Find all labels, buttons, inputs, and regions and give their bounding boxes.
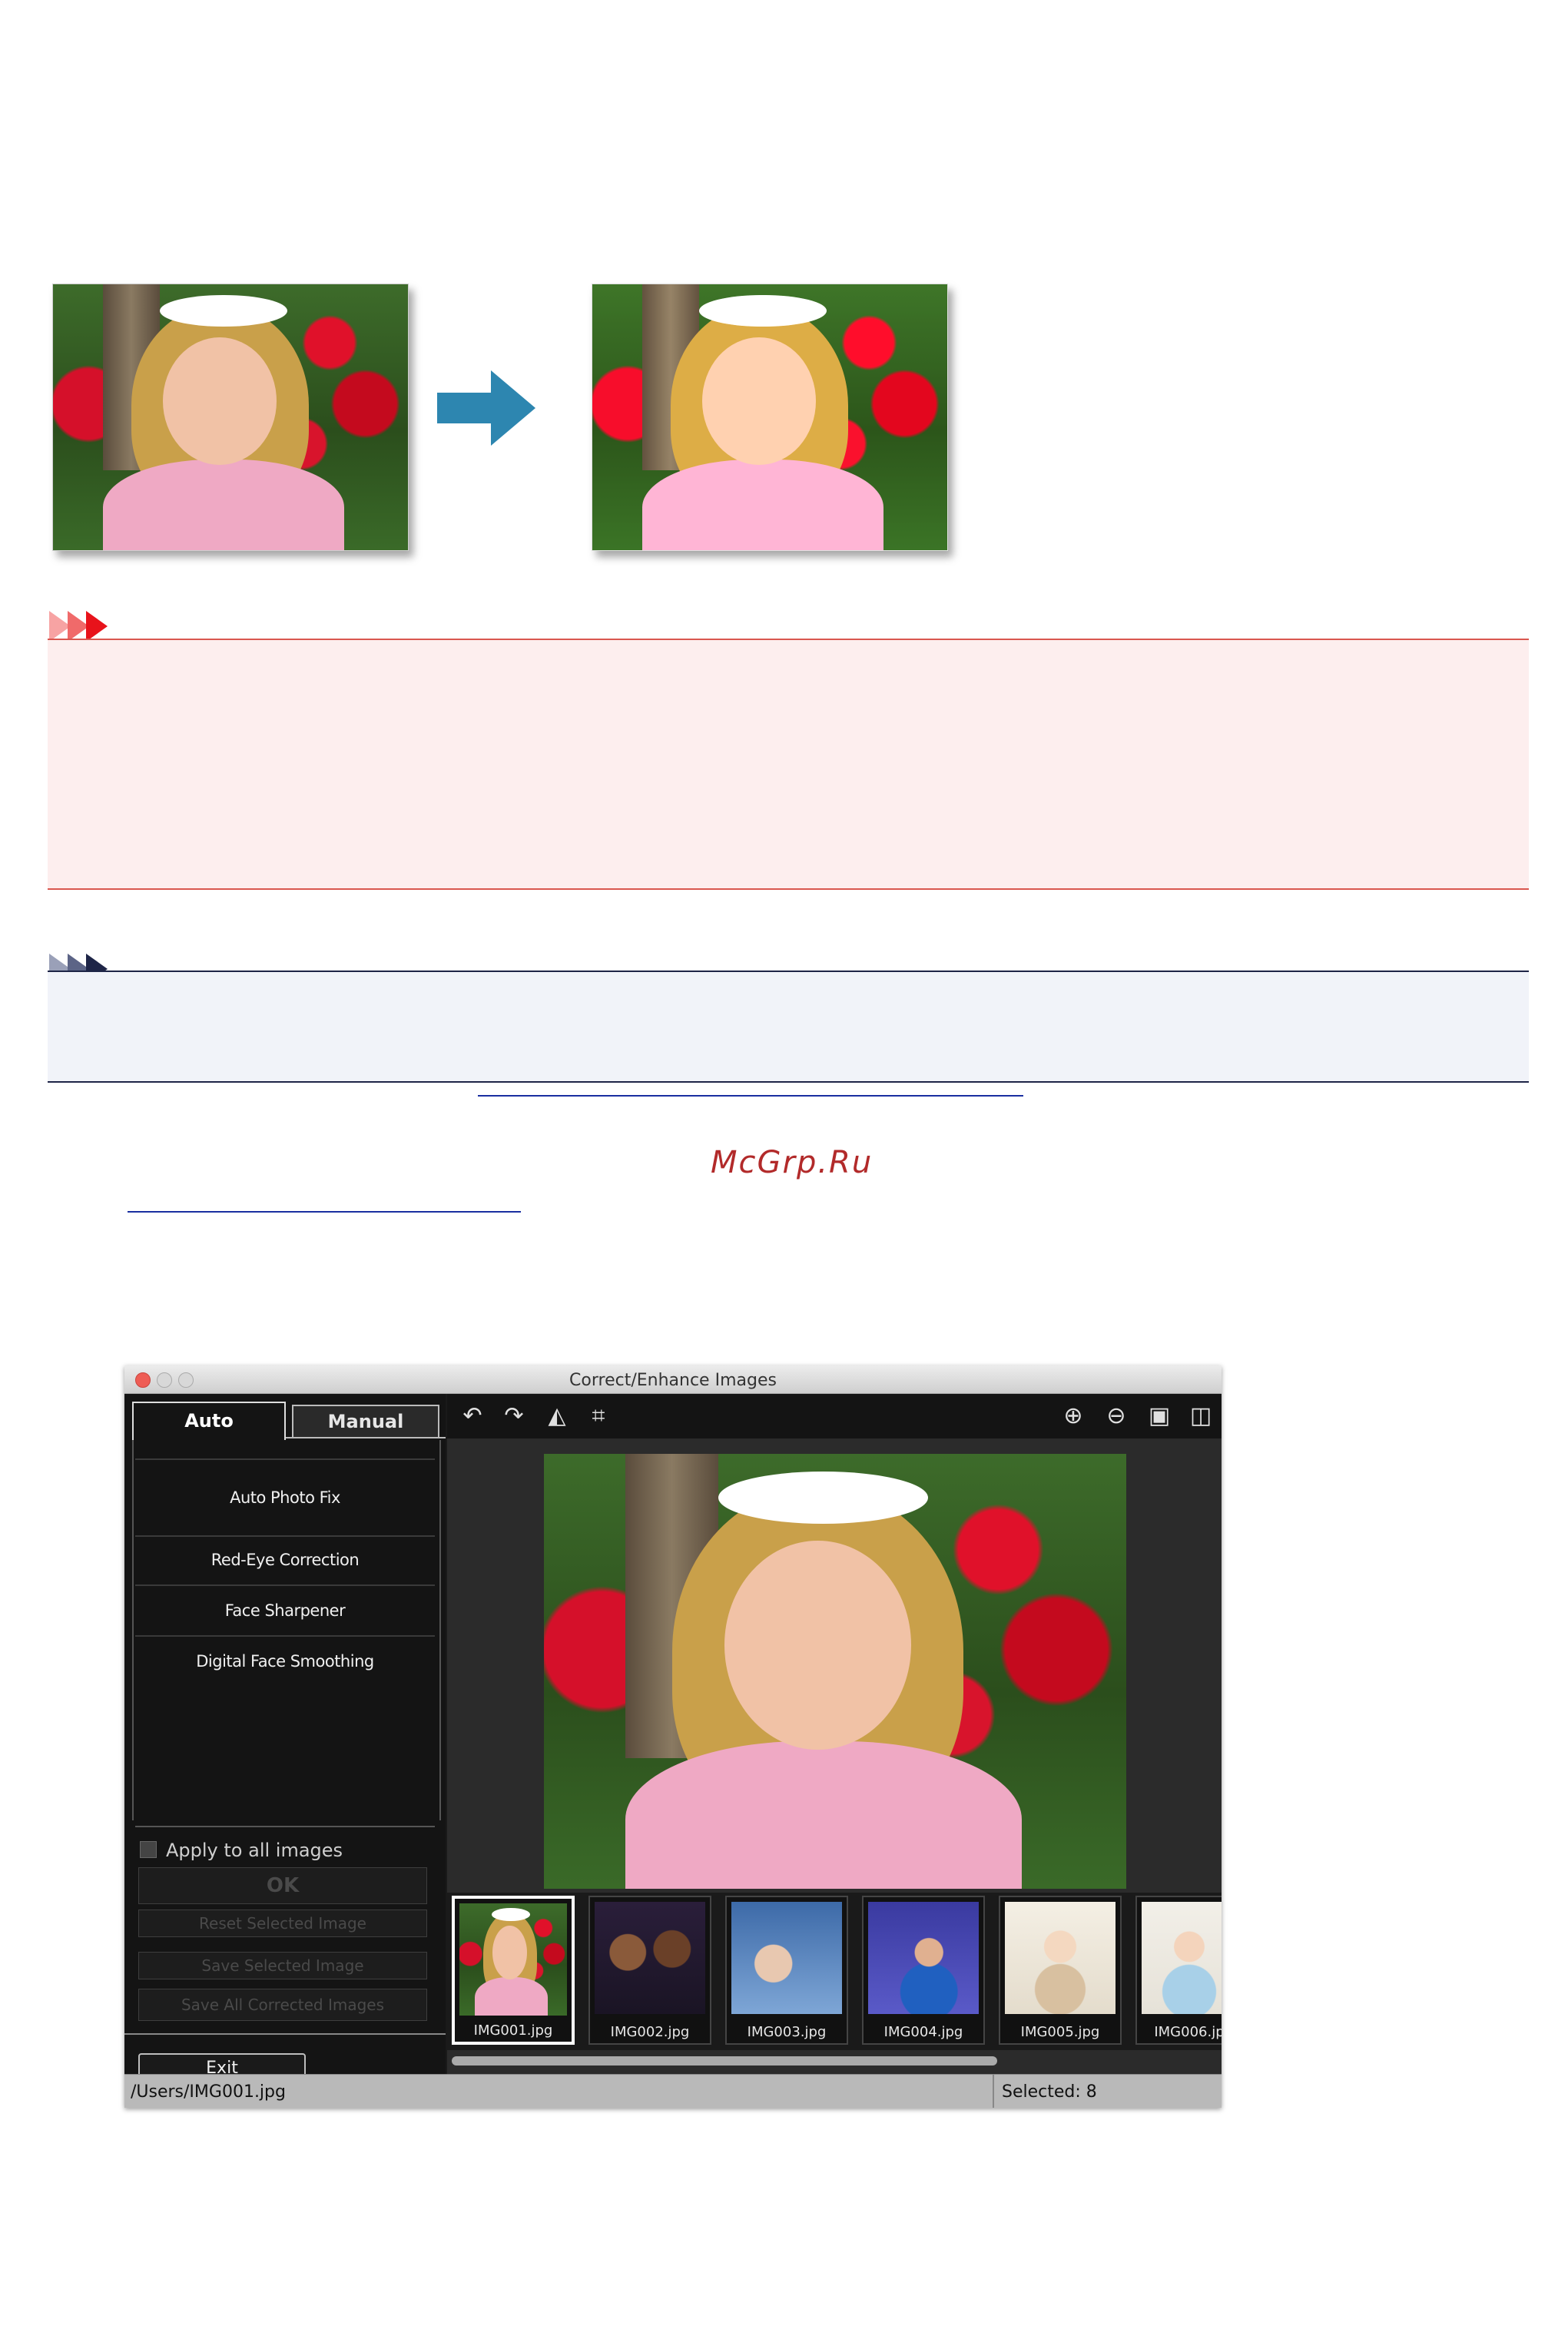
arrow-head-icon [491, 370, 535, 446]
body-link[interactable] [128, 1211, 521, 1213]
preview-image [544, 1454, 1126, 1889]
arrow-right-icon [437, 393, 491, 423]
divider [135, 1635, 435, 1637]
title-bar: Correct/Enhance Images [124, 1365, 1222, 1394]
caution-box [48, 639, 1529, 890]
divider [135, 1535, 435, 1537]
flip-icon[interactable]: ◭ [542, 1402, 572, 1431]
toolbar: ↶ ↷ ◭ ⌗ ⊕ ⊖ ▣ ◫ [447, 1394, 1222, 1438]
full-screen-icon[interactable]: ▣ [1145, 1402, 1174, 1431]
divider [135, 1458, 435, 1460]
after-photo [592, 284, 948, 551]
crop-icon[interactable]: ⌗ [584, 1402, 613, 1431]
thumbnail-item[interactable]: IMG002.jpg [588, 1896, 711, 2045]
auto-photo-fix-button[interactable]: Auto Photo Fix [135, 1488, 435, 1507]
watermark: McGrp.Ru [711, 1145, 874, 1180]
status-selected-count: Selected: 8 [1002, 2082, 1097, 2102]
status-bar: /Users/IMG001.jpg Selected: 8 [124, 2074, 1222, 2108]
status-divider [993, 2075, 994, 2108]
thumbnail-caption: IMG001.jpg [473, 2022, 553, 2039]
note-box [48, 971, 1529, 1083]
left-panel: Auto Manual Auto Photo Fix Red-Eye Corre… [124, 1394, 446, 2084]
correct-enhance-window: Correct/Enhance Images Auto Manual Auto … [124, 1365, 1222, 2108]
window-title: Correct/Enhance Images [569, 1371, 777, 1390]
compare-icon[interactable]: ◫ [1186, 1402, 1215, 1431]
rotate-right-icon[interactable]: ↷ [499, 1402, 529, 1431]
thumbnail-caption: IMG006.jp [1154, 2024, 1222, 2040]
zoom-out-icon[interactable]: ⊖ [1102, 1402, 1131, 1431]
apply-all-checkbox[interactable] [140, 1841, 157, 1858]
thumbnail-caption: IMG005.jpg [1020, 2024, 1100, 2040]
thumbnail-strip: IMG001.jpg IMG002.jpg IMG003.jpg IMG004.… [447, 1893, 1222, 2050]
thumbnail-caption: IMG002.jpg [610, 2024, 690, 2040]
right-panel: ↶ ↷ ◭ ⌗ ⊕ ⊖ ▣ ◫ IMG001.jpg IMG002.jpg IM… [447, 1394, 1222, 2074]
divider [135, 1826, 435, 1827]
red-eye-correction-button[interactable]: Red-Eye Correction [135, 1551, 435, 1569]
thumbnail-item[interactable]: IMG001.jpg [452, 1896, 575, 2045]
before-photo [52, 284, 409, 551]
thumbnail-caption: IMG003.jpg [747, 2024, 827, 2040]
apply-all-label: Apply to all images [166, 1840, 343, 1861]
ok-button[interactable]: OK [138, 1867, 427, 1904]
thumbnail-item[interactable]: IMG003.jpg [725, 1896, 848, 2045]
thumbnail-item[interactable]: IMG004.jpg [862, 1896, 985, 2045]
tab-divider [286, 1437, 446, 1438]
thumbnail-scrollbar[interactable] [452, 2056, 997, 2066]
thumbnail-item[interactable]: IMG006.jp [1135, 1896, 1222, 2045]
tab-auto[interactable]: Auto [132, 1402, 286, 1440]
divider [135, 1584, 435, 1586]
face-sharpener-button[interactable]: Face Sharpener [135, 1601, 435, 1620]
save-selected-image-button[interactable]: Save Selected Image [138, 1952, 427, 1979]
zoom-in-icon[interactable]: ⊕ [1059, 1402, 1088, 1431]
digital-face-smoothing-button[interactable]: Digital Face Smoothing [135, 1652, 435, 1671]
tab-manual[interactable]: Manual [292, 1405, 439, 1438]
note-link[interactable] [478, 1095, 1023, 1097]
status-path: /Users/IMG001.jpg [131, 2082, 286, 2102]
divider [124, 2033, 446, 2035]
rotate-left-icon[interactable]: ↶ [458, 1402, 487, 1431]
thumbnail-item[interactable]: IMG005.jpg [999, 1896, 1122, 2045]
thumbnail-caption: IMG004.jpg [883, 2024, 963, 2040]
reset-selected-image-button[interactable]: Reset Selected Image [138, 1910, 427, 1937]
save-all-corrected-images-button[interactable]: Save All Corrected Images [138, 1989, 427, 2021]
